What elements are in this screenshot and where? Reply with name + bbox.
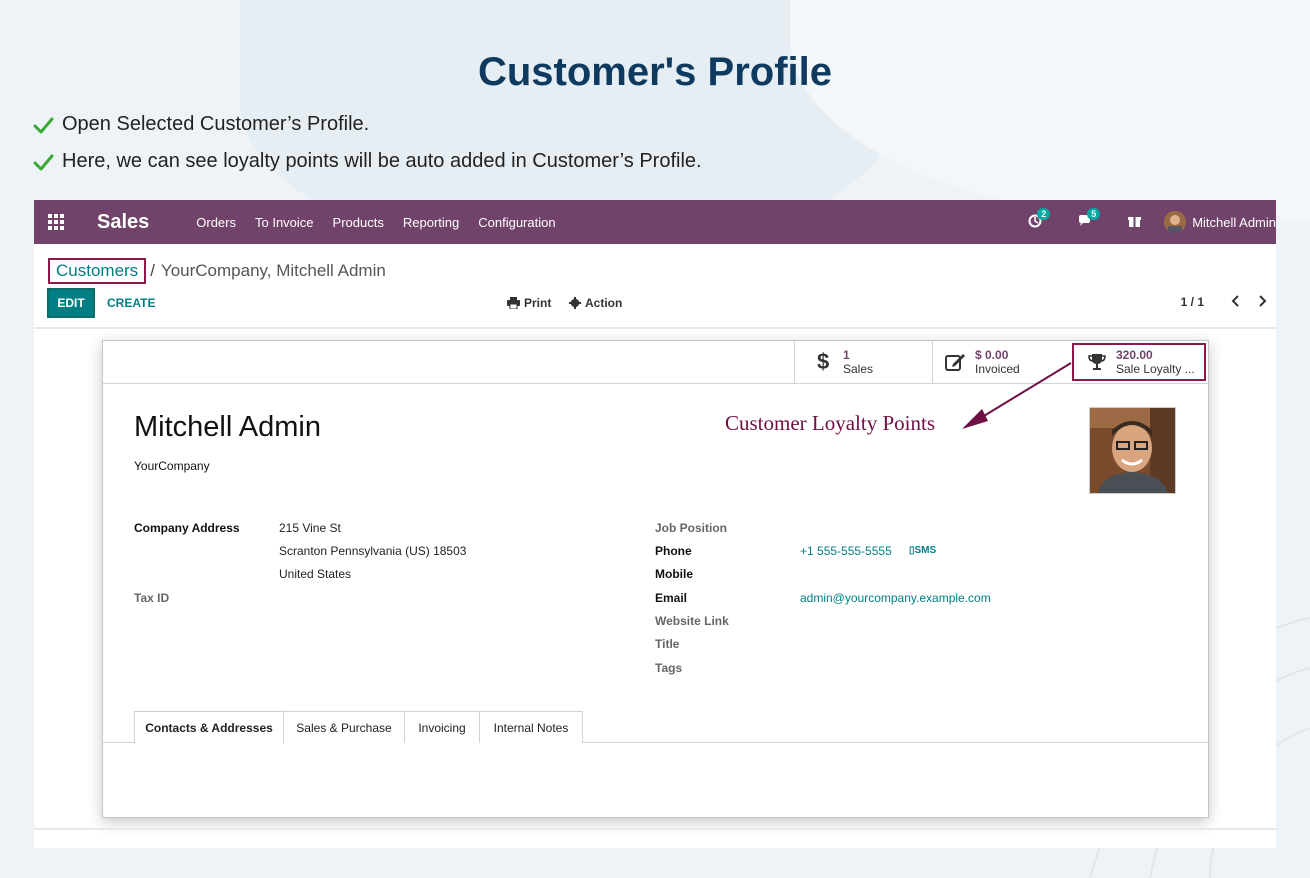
- gear-icon: [569, 297, 581, 309]
- breadcrumb-current: YourCompany, Mitchell Admin: [160, 261, 386, 280]
- menu-item-reporting[interactable]: Reporting: [403, 215, 459, 230]
- phone-label: Phone: [655, 544, 692, 558]
- check-icon: [33, 154, 54, 170]
- print-button[interactable]: Print: [507, 296, 551, 310]
- messages-icon[interactable]: 5: [1078, 208, 1101, 230]
- sales-stat-button[interactable]: $ 1 Sales: [794, 341, 932, 383]
- bullet-item: Open Selected Customer’s Profile.: [32, 113, 369, 136]
- sms-label: SMS: [914, 545, 937, 556]
- activity-icon[interactable]: 2: [1028, 208, 1051, 230]
- loyalty-annotation: Customer Loyalty Points: [725, 411, 935, 435]
- app-brand[interactable]: Sales: [97, 211, 149, 234]
- loyalty-points-label: Sale Loyalty ...: [1116, 362, 1195, 376]
- invoiced-amount: $ 0.00: [975, 348, 1009, 362]
- title-label: Title: [655, 637, 680, 651]
- tab-invoicing[interactable]: Invoicing: [404, 711, 480, 743]
- print-label: Print: [524, 296, 552, 310]
- address-city-state-zip[interactable]: Scranton Pennsylvania (US) 18503: [279, 544, 466, 558]
- action-button[interactable]: Action: [569, 296, 622, 310]
- activity-badge: 2: [1037, 208, 1051, 220]
- bullet-text: Here, we can see loyalty points will be …: [62, 150, 702, 172]
- messages-badge: 5: [1087, 208, 1101, 220]
- bullet-item: Here, we can see loyalty points will be …: [32, 150, 702, 173]
- next-record-icon[interactable]: [1256, 294, 1268, 308]
- main-menu: Orders To Invoice Products Reporting Con…: [196, 215, 574, 230]
- print-icon: [507, 297, 520, 309]
- bullet-text: Open Selected Customer’s Profile.: [62, 113, 370, 135]
- svg-text:$: $: [817, 351, 829, 373]
- user-avatar[interactable]: [1164, 211, 1187, 233]
- notebook-tabs: Contacts & Addresses Sales & Purchase In…: [103, 711, 1208, 744]
- address-street[interactable]: 215 Vine St: [279, 521, 341, 535]
- sales-label: Sales: [843, 362, 874, 376]
- form-sheet: $ 1 Sales $ 0.00 Invoiced 320.00 Sale Lo…: [102, 340, 1209, 818]
- mobile-label: Mobile: [655, 567, 693, 581]
- menu-item-configuration[interactable]: Configuration: [478, 215, 555, 230]
- menu-item-products[interactable]: Products: [333, 215, 384, 230]
- email-value[interactable]: admin@yourcompany.example.com: [800, 591, 991, 605]
- control-panel-divider: [34, 327, 1276, 329]
- tab-internal-notes[interactable]: Internal Notes: [479, 711, 583, 743]
- breadcrumb-separator: /: [150, 261, 155, 280]
- tab-contacts-addresses[interactable]: Contacts & Addresses: [134, 711, 284, 744]
- odoo-screenshot: Sales Orders To Invoice Products Reporti…: [34, 200, 1276, 848]
- breadcrumb: Customers / YourCompany, Mitchell Admin: [48, 258, 386, 284]
- job-position-label: Job Position: [655, 521, 727, 535]
- background-shape: [790, 0, 1310, 220]
- gift-icon[interactable]: [1128, 214, 1144, 230]
- email-label: Email: [655, 591, 688, 605]
- sales-count: 1: [843, 348, 850, 362]
- customer-photo[interactable]: [1089, 407, 1176, 494]
- action-label: Action: [585, 296, 623, 310]
- page-title: Customer's Profile: [477, 50, 833, 94]
- company-address-label: Company Address: [134, 521, 240, 535]
- dollar-icon: $: [813, 351, 835, 373]
- tab-sales-purchase[interactable]: Sales & Purchase: [283, 711, 405, 743]
- systray: 2 5 Mitchell Admin: [1028, 200, 1276, 244]
- loyalty-stat-button[interactable]: 320.00 Sale Loyalty ...: [1072, 343, 1206, 381]
- edit-button[interactable]: EDIT: [47, 288, 95, 318]
- bottom-divider: [34, 828, 1276, 830]
- top-navbar: Sales Orders To Invoice Products Reporti…: [34, 200, 1276, 244]
- loyalty-points-value: 320.00: [1116, 348, 1153, 362]
- annotation-arrow: [962, 362, 1072, 429]
- pager-counter[interactable]: 1 / 1: [1181, 295, 1204, 309]
- address-country[interactable]: United States: [279, 567, 351, 581]
- tags-label: Tags: [655, 661, 683, 675]
- tax-id-label: Tax ID: [134, 591, 170, 605]
- create-button[interactable]: CREATE: [107, 296, 155, 310]
- previous-record-icon[interactable]: [1230, 294, 1242, 308]
- menu-item-orders[interactable]: Orders: [196, 215, 236, 230]
- customer-name[interactable]: Mitchell Admin: [134, 411, 321, 444]
- apps-menu-icon[interactable]: [48, 214, 64, 230]
- breadcrumb-customers[interactable]: Customers: [48, 258, 147, 284]
- phone-value[interactable]: +1 555-555-5555: [800, 544, 892, 558]
- menu-item-to-invoice[interactable]: To Invoice: [255, 215, 314, 230]
- website-label: Website Link: [655, 614, 729, 628]
- check-icon: [33, 117, 54, 133]
- user-name[interactable]: Mitchell Admin: [1192, 215, 1276, 230]
- sms-button[interactable]: ▯SMS: [909, 545, 936, 556]
- customer-company[interactable]: YourCompany: [134, 459, 210, 473]
- trophy-icon: [1086, 351, 1108, 373]
